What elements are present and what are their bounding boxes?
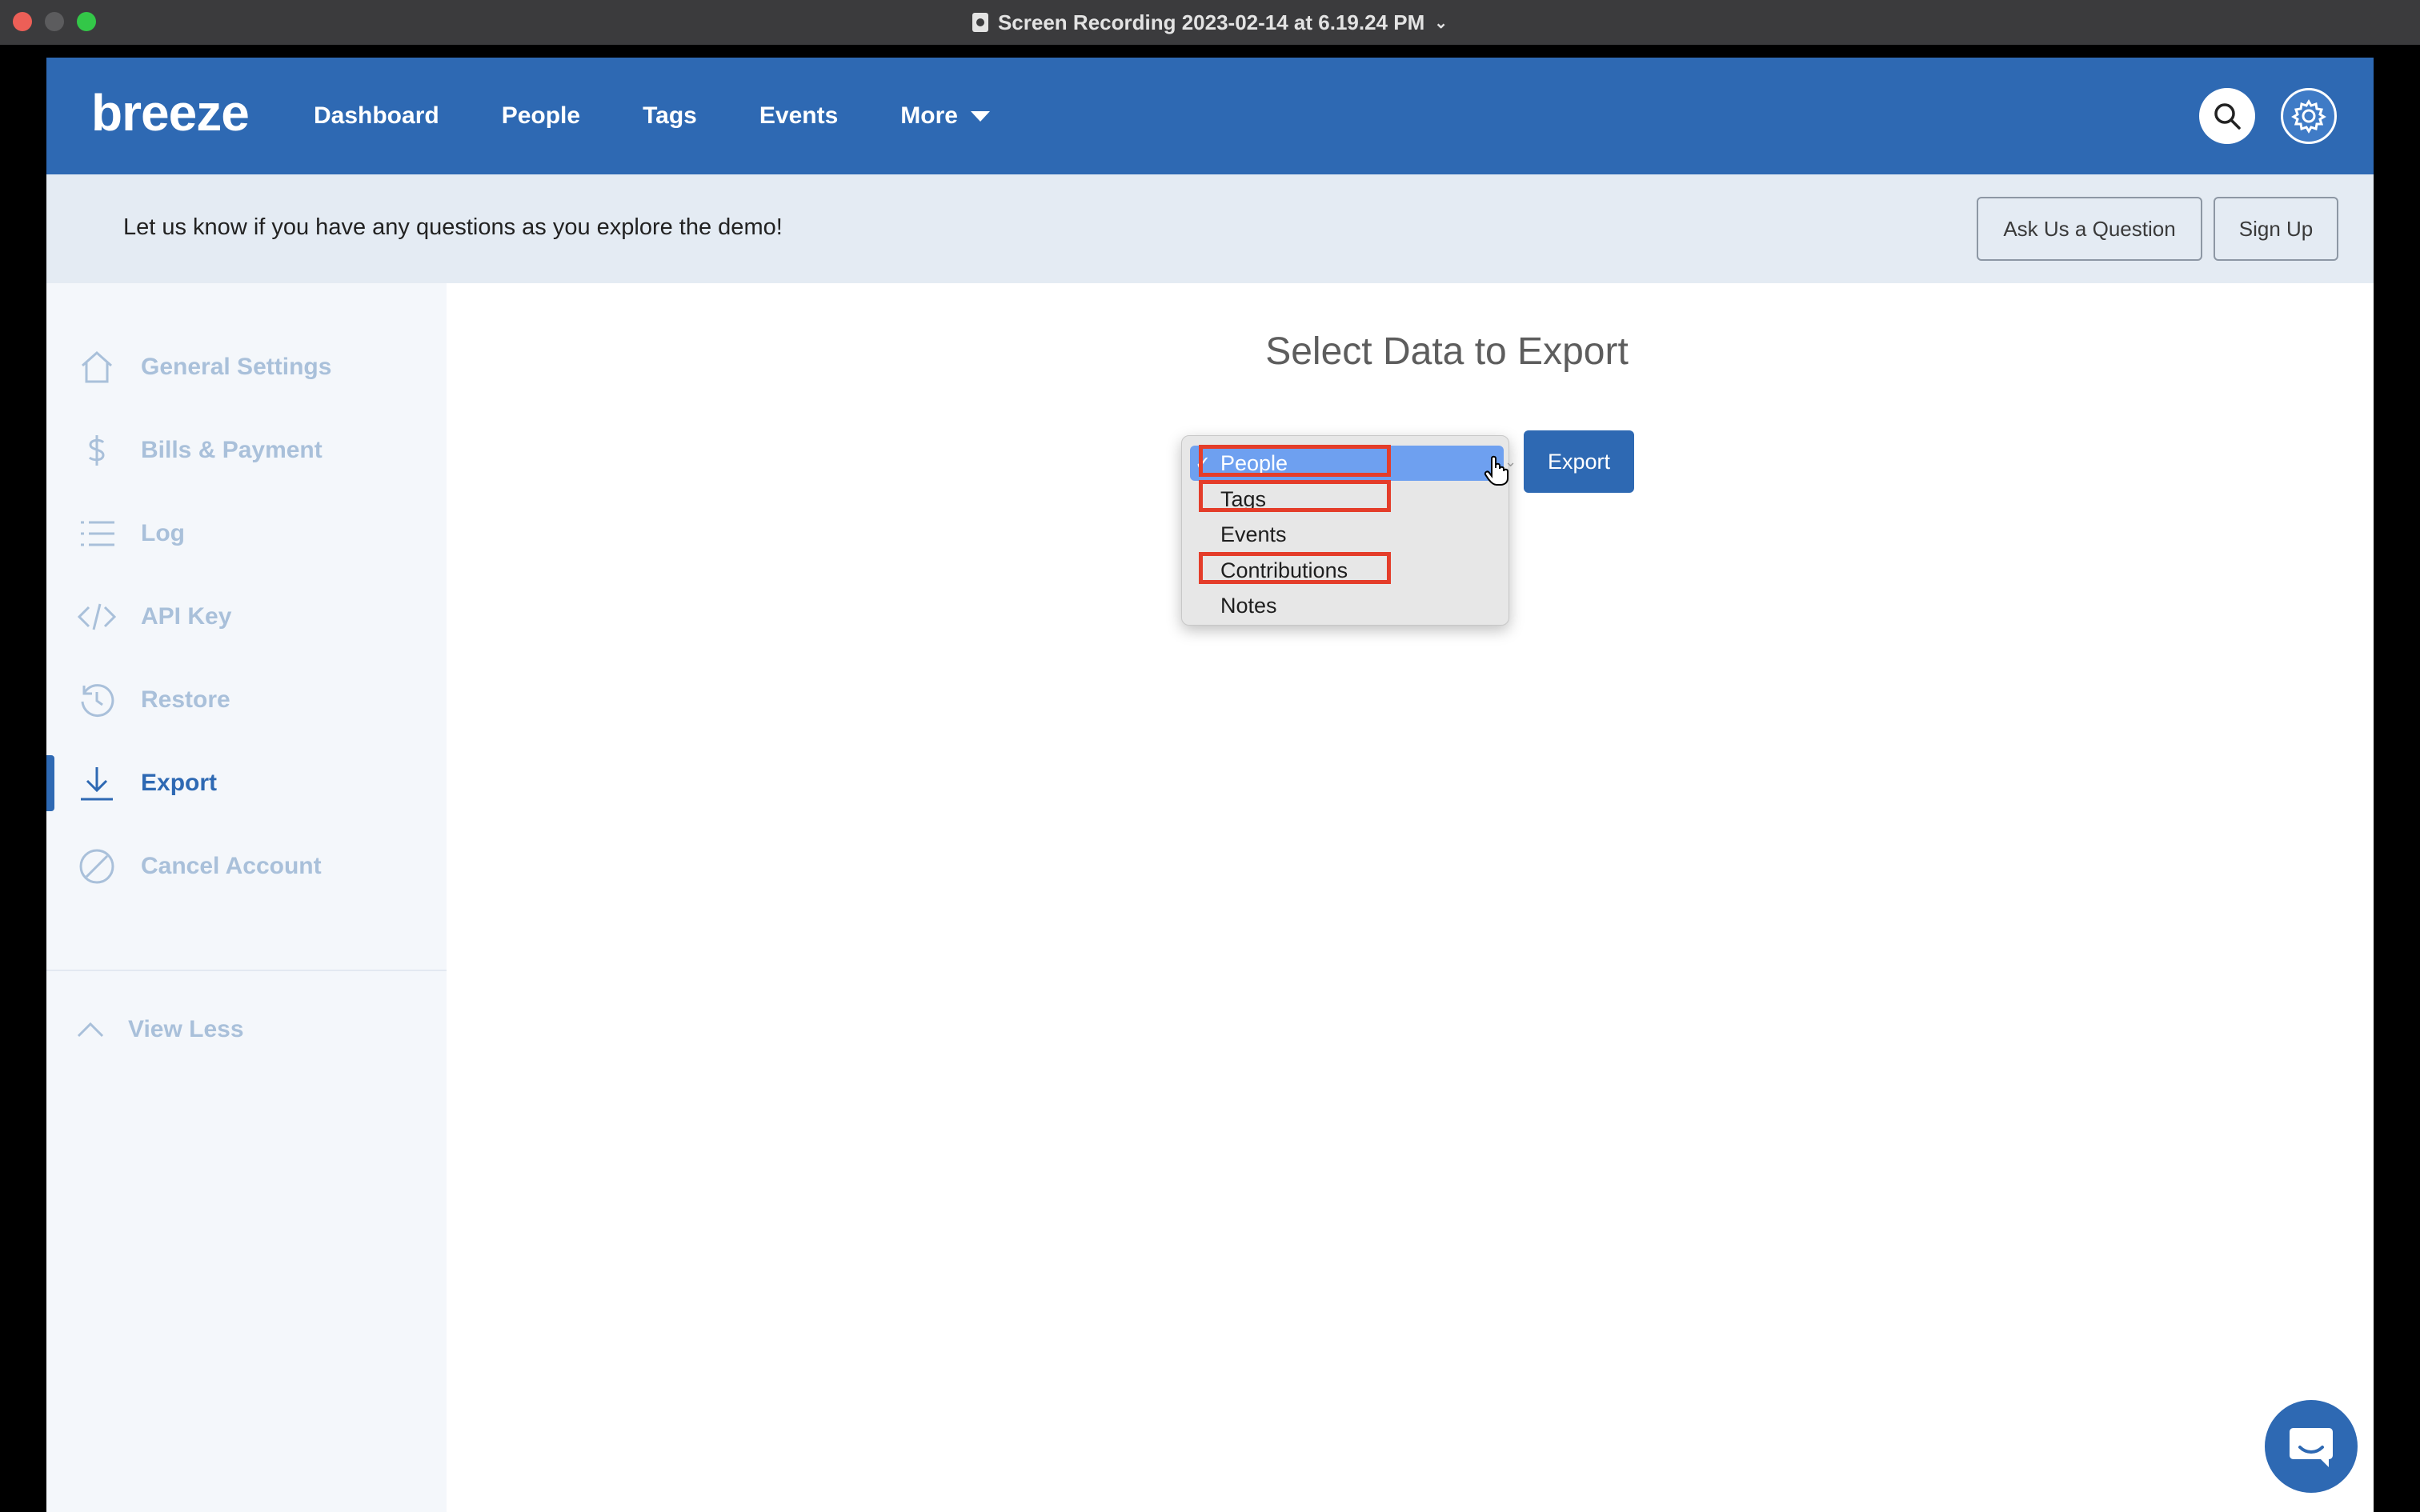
window-title-group[interactable]: Screen Recording 2023-02-14 at 6.19.24 P… <box>0 0 2420 45</box>
sidebar-item-label: Restore <box>141 686 230 713</box>
gear-icon <box>2291 99 2326 134</box>
nav-link-dashboard[interactable]: Dashboard <box>314 102 439 130</box>
code-icon <box>77 597 117 637</box>
demo-banner: Let us know if you have any questions as… <box>46 174 2374 283</box>
highlight-box-tags <box>1199 480 1391 512</box>
list-icon <box>77 514 117 554</box>
home-icon <box>77 347 117 387</box>
highlight-box-contributions <box>1199 552 1391 584</box>
settings-button[interactable] <box>2281 88 2337 144</box>
export-button[interactable]: Export <box>1524 430 1634 493</box>
history-icon <box>77 680 117 720</box>
app-window: breeze Dashboard People Tags Events More <box>46 58 2374 1512</box>
page-title: Select Data to Export <box>1265 330 1629 373</box>
view-less-toggle[interactable]: View Less <box>77 1016 244 1043</box>
active-indicator <box>46 755 54 811</box>
support-chat-button[interactable] <box>2265 1400 2358 1493</box>
ask-question-button[interactable]: Ask Us a Question <box>1977 197 2202 261</box>
sidebar-item-label: API Key <box>141 603 232 630</box>
sidebar-item-api-key[interactable]: API Key <box>46 585 447 649</box>
dollar-icon <box>77 430 117 470</box>
select-option-events[interactable]: Events <box>1190 517 1504 552</box>
sidebar-divider <box>46 970 447 971</box>
sidebar-item-label: General Settings <box>141 354 332 380</box>
download-icon <box>77 763 117 803</box>
banner-message: Let us know if you have any questions as… <box>123 214 783 240</box>
settings-sidebar: General Settings Bills & Payment Log API… <box>46 283 447 1512</box>
nav-more-menu[interactable]: More <box>900 102 990 130</box>
search-icon <box>2214 103 2241 130</box>
chevron-up-icon <box>77 1022 104 1038</box>
chat-bubble-icon <box>2290 1428 2333 1467</box>
cancel-icon <box>77 846 117 886</box>
highlight-box-people <box>1199 445 1391 477</box>
document-icon <box>972 13 988 32</box>
sidebar-item-general-settings[interactable]: General Settings <box>46 335 447 399</box>
sidebar-item-export[interactable]: Export <box>46 751 447 815</box>
hand-cursor-icon <box>1484 455 1508 486</box>
nav-link-events[interactable]: Events <box>759 102 838 130</box>
sidebar-item-bills-payment[interactable]: Bills & Payment <box>46 418 447 482</box>
sign-up-button[interactable]: Sign Up <box>2214 197 2338 261</box>
nav-more-label: More <box>900 102 958 129</box>
window-titlebar: Screen Recording 2023-02-14 at 6.19.24 P… <box>0 0 2420 45</box>
sidebar-item-label: Export <box>141 770 218 796</box>
caret-down-icon <box>970 110 990 122</box>
chevron-down-icon: ⌄ <box>1434 14 1448 32</box>
sidebar-item-label: Bills & Payment <box>141 437 323 463</box>
nav-links: Dashboard People Tags Events More <box>314 58 1052 174</box>
sidebar-item-cancel-account[interactable]: Cancel Account <box>46 834 447 898</box>
sidebar-item-log[interactable]: Log <box>46 502 447 566</box>
sidebar-item-label: Log <box>141 520 185 546</box>
view-less-label: View Less <box>128 1016 244 1042</box>
select-option-notes[interactable]: Notes <box>1190 588 1504 623</box>
sidebar-item-restore[interactable]: Restore <box>46 668 447 732</box>
nav-link-tags[interactable]: Tags <box>643 102 697 130</box>
top-navbar: breeze Dashboard People Tags Events More <box>46 58 2374 174</box>
sidebar-item-label: Cancel Account <box>141 853 322 879</box>
window-title: Screen Recording 2023-02-14 at 6.19.24 P… <box>997 10 1425 34</box>
nav-link-people[interactable]: People <box>502 102 580 130</box>
breeze-logo[interactable]: breeze <box>91 83 250 142</box>
search-button[interactable] <box>2199 88 2255 144</box>
